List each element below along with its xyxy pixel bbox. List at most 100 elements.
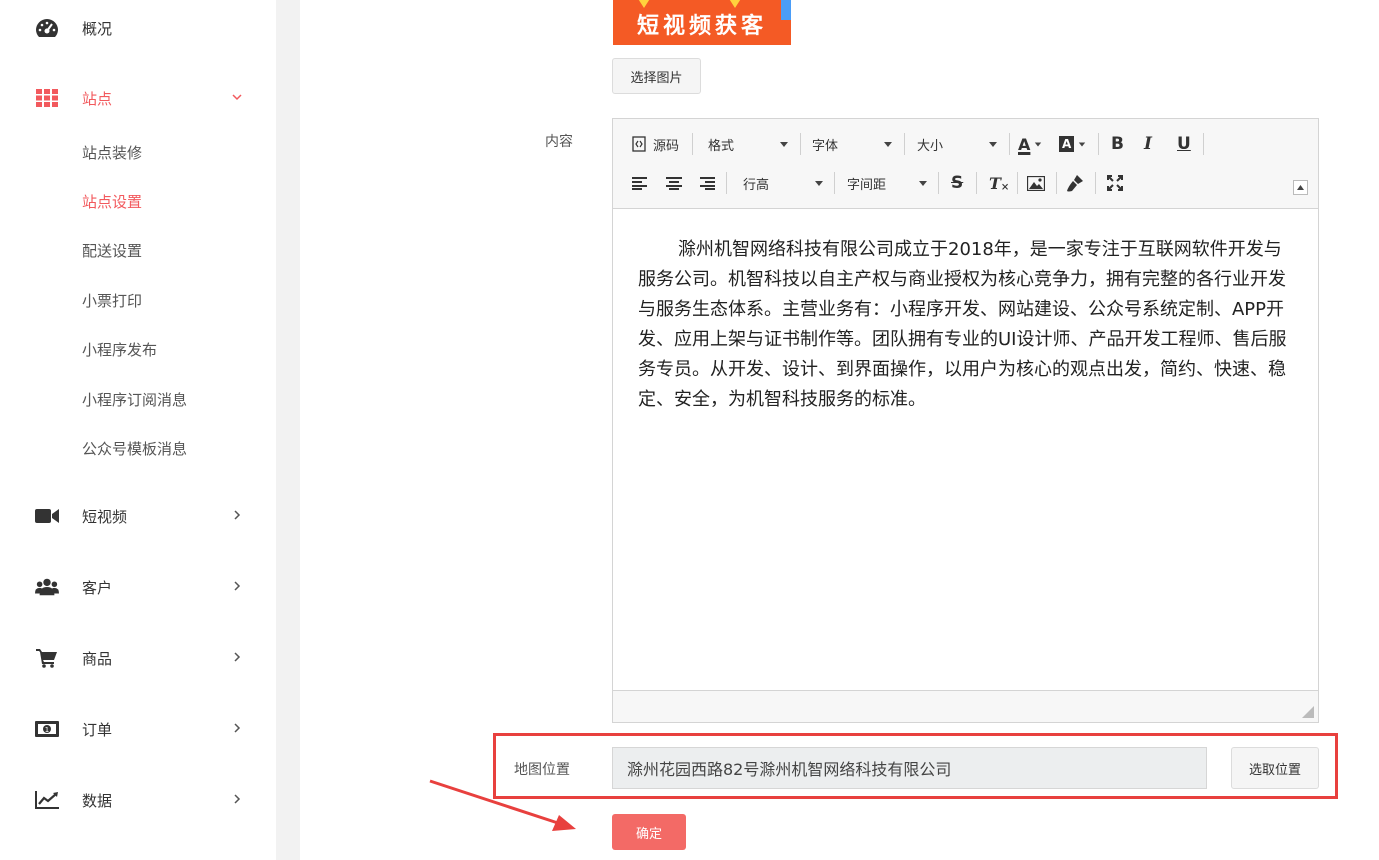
pick-location-button[interactable]: 选取位置 (1231, 747, 1319, 789)
paint-brush-icon (1067, 175, 1083, 192)
menu-item-site[interactable]: 站点 (0, 78, 276, 118)
text-color-button[interactable]: A (1018, 131, 1042, 157)
toolbar-separator (1009, 133, 1010, 155)
editor-statusbar (613, 690, 1318, 722)
dashboard-gauge-icon (35, 17, 59, 39)
toolbar-separator (1017, 172, 1018, 194)
toolbar-separator (692, 133, 693, 155)
annotation-arrow (429, 779, 576, 831)
align-center-button[interactable] (662, 171, 686, 195)
format-dropdown[interactable]: 格式 (708, 131, 788, 157)
source-label: 源码 (653, 138, 680, 154)
fullscreen-button[interactable] (1103, 171, 1127, 195)
menu-item-label: 数据 (82, 791, 113, 810)
select-image-button[interactable]: 选择图片 (612, 58, 701, 94)
menu-item-label: 概况 (82, 19, 113, 38)
toolbar-separator (800, 133, 801, 155)
menu-item-orders[interactable]: 1 订单 (0, 709, 276, 749)
menu-item-label: 订单 (82, 720, 113, 739)
banner-decoration (726, 0, 744, 8)
background-color-icon: A (1059, 136, 1075, 152)
submenu-item-subscribe-message[interactable]: 小程序订阅消息 (82, 389, 187, 411)
rich-text-editor: 源码 格式 字体 大小 A A B I U 行高 字间距 S T × 滁州机智网… (612, 118, 1319, 723)
clear-format-button[interactable]: T × (989, 170, 1009, 196)
font-dropdown[interactable]: 字体 (812, 131, 892, 157)
format-label: 格式 (708, 138, 735, 154)
letter-spacing-dropdown[interactable]: 字间距 (847, 170, 927, 196)
chevron-right-icon (234, 652, 241, 662)
align-center-icon (666, 177, 682, 190)
content-label: 内容 (545, 134, 573, 150)
bold-button[interactable]: B (1111, 131, 1124, 157)
users-icon (35, 576, 59, 598)
insert-image-button[interactable] (1024, 171, 1048, 195)
menu-item-label: 商品 (82, 649, 113, 668)
line-chart-icon (35, 789, 59, 811)
svg-text:1: 1 (45, 726, 49, 734)
submenu-item-template-message[interactable]: 公众号模板消息 (82, 438, 187, 460)
chevron-right-icon (234, 510, 241, 520)
menu-item-label: 短视频 (82, 507, 128, 526)
caret-down-icon (780, 141, 788, 147)
line-height-dropdown[interactable]: 行高 (743, 170, 823, 196)
confirm-button[interactable]: 确定 (612, 814, 686, 850)
caret-down-icon (815, 180, 823, 186)
toolbar-separator (938, 172, 939, 194)
bold-icon: B (1111, 134, 1124, 154)
align-right-icon (700, 177, 715, 190)
chevron-right-icon (234, 794, 241, 804)
align-left-icon (632, 177, 647, 190)
menu-item-customers[interactable]: 客户 (0, 567, 276, 607)
image-icon (1027, 175, 1045, 191)
submenu-item-decoration[interactable]: 站点装修 (82, 142, 142, 164)
resize-handle-icon[interactable] (1302, 706, 1314, 718)
toolbar-separator (1095, 172, 1096, 194)
source-code-icon (632, 136, 646, 152)
line-height-label: 行高 (743, 177, 770, 193)
toolbar-separator (1056, 172, 1057, 194)
sidebar-divider (276, 0, 300, 860)
format-painter-button[interactable] (1063, 171, 1087, 195)
toolbar-separator (976, 172, 977, 194)
chevron-right-icon (234, 723, 241, 733)
align-left-button[interactable] (628, 171, 652, 195)
fullscreen-icon (1107, 175, 1123, 191)
toolbar-separator (1203, 133, 1204, 155)
strikethrough-icon: S (951, 173, 964, 193)
strikethrough-button[interactable]: S (951, 170, 963, 196)
submenu-item-site-settings[interactable]: 站点设置 (82, 191, 142, 213)
align-right-button[interactable] (695, 171, 719, 195)
submenu-item-delivery[interactable]: 配送设置 (82, 240, 142, 262)
menu-item-short-video[interactable]: 短视频 (0, 496, 276, 536)
shopping-cart-icon (35, 647, 59, 669)
clear-format-icon: × (1000, 181, 1010, 193)
banner-text: 短视频获客 (636, 14, 767, 39)
toolbar-separator (1098, 133, 1099, 155)
toolbar-separator (904, 133, 905, 155)
editor-content[interactable]: 滁州机智网络科技有限公司成立于2018年，是一家专注于互联网软件开发与服务公司。… (613, 209, 1318, 690)
underline-button[interactable]: U (1177, 131, 1191, 157)
map-location-input[interactable]: 滁州花园西路82号滁州机智网络科技有限公司 (612, 747, 1207, 789)
size-dropdown[interactable]: 大小 (917, 131, 997, 157)
underline-icon: U (1177, 134, 1191, 154)
font-label: 字体 (812, 138, 839, 154)
italic-button[interactable]: I (1144, 131, 1152, 157)
menu-item-overview[interactable]: 概况 (0, 8, 276, 48)
toolbar-separator (834, 172, 835, 194)
money-bill-icon: 1 (35, 718, 59, 740)
collapse-toolbar-button[interactable] (1293, 180, 1308, 195)
caret-down-icon (1079, 142, 1086, 146)
caret-down-icon (1035, 142, 1042, 146)
letter-spacing-label: 字间距 (847, 177, 887, 193)
menu-item-label: 客户 (82, 578, 113, 597)
text-color-icon: A (1018, 134, 1031, 154)
editor-toolbar: 源码 格式 字体 大小 A A B I U 行高 字间距 S T × (613, 119, 1318, 209)
menu-item-data[interactable]: 数据 (0, 780, 276, 820)
cover-image: 短视频获客 (613, 0, 791, 45)
submenu-item-miniprogram-publish[interactable]: 小程序发布 (82, 339, 157, 361)
background-color-button[interactable]: A (1059, 131, 1086, 157)
caret-down-icon (989, 141, 997, 147)
submenu-item-receipt-print[interactable]: 小票打印 (82, 290, 142, 312)
source-code-button[interactable]: 源码 (631, 131, 679, 157)
menu-item-products[interactable]: 商品 (0, 638, 276, 678)
